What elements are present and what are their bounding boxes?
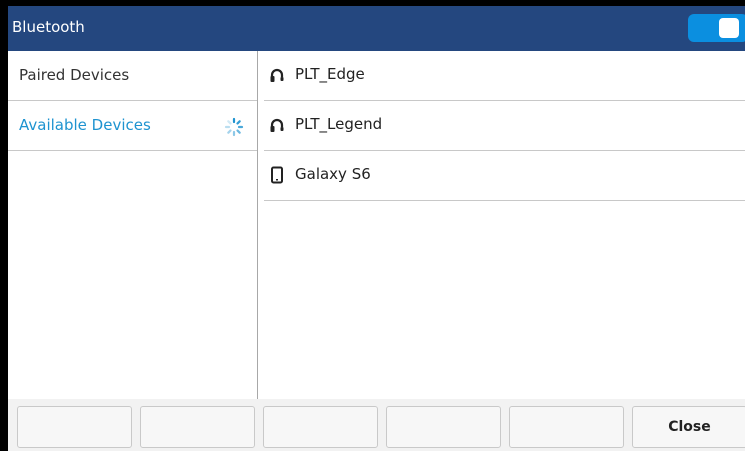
bluetooth-screen: Bluetooth Paired Devices Available Devic… bbox=[8, 6, 745, 451]
title-bar: Bluetooth bbox=[8, 6, 745, 51]
softkey-5[interactable] bbox=[509, 406, 624, 448]
device-label: Galaxy S6 bbox=[295, 165, 371, 183]
list-item[interactable]: Galaxy S6 bbox=[264, 151, 745, 201]
page-title: Bluetooth bbox=[12, 18, 85, 36]
headset-icon bbox=[270, 118, 284, 132]
loading-spinner-icon bbox=[224, 117, 244, 137]
device-label: PLT_Edge bbox=[295, 65, 365, 83]
sidebar: Paired Devices Available Devices bbox=[8, 51, 257, 399]
list-item[interactable]: PLT_Edge bbox=[264, 51, 745, 101]
headset-icon bbox=[270, 68, 284, 82]
device-label: PLT_Legend bbox=[295, 115, 383, 133]
sidebar-item-label: Available Devices bbox=[19, 116, 151, 134]
softkey-bar: Close bbox=[8, 399, 745, 451]
divider bbox=[264, 200, 745, 201]
softkey-4[interactable] bbox=[386, 406, 501, 448]
sidebar-item-label: Paired Devices bbox=[19, 66, 130, 84]
sidebar-item-paired-devices[interactable]: Paired Devices bbox=[8, 51, 257, 101]
phone-icon bbox=[271, 166, 283, 184]
divider bbox=[8, 150, 257, 151]
softkey-2[interactable] bbox=[140, 406, 255, 448]
sidebar-item-available-devices[interactable]: Available Devices bbox=[8, 101, 257, 151]
softkey-1[interactable] bbox=[17, 406, 132, 448]
softkey-3[interactable] bbox=[263, 406, 378, 448]
toggle-knob[interactable] bbox=[719, 18, 739, 38]
pane-divider bbox=[257, 51, 258, 399]
list-item[interactable]: PLT_Legend bbox=[264, 101, 745, 151]
bluetooth-toggle[interactable] bbox=[688, 14, 745, 42]
close-button[interactable]: Close bbox=[632, 406, 745, 448]
